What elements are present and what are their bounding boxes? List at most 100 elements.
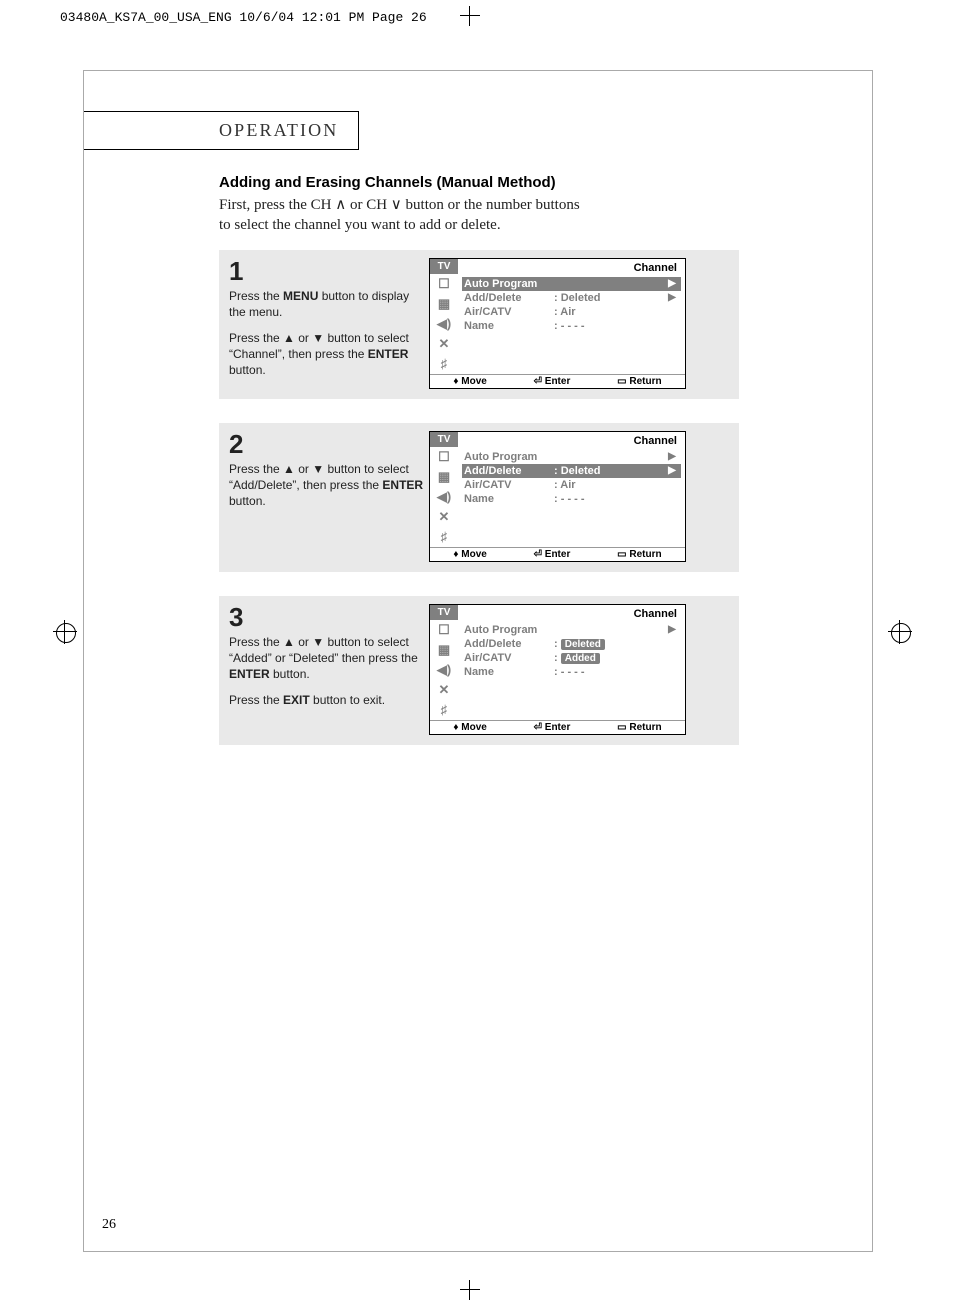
step-instruction: Press the MENU button to display the men… [229, 288, 429, 320]
osd-row-label: Name [464, 666, 554, 678]
osd-foot-move: ♦ Move [453, 722, 486, 733]
step-number: 1 [229, 258, 429, 284]
picture-icon: ▦ [430, 467, 458, 487]
osd-sidebar: TV ☐▦◀)✕♯ [430, 605, 458, 720]
osd-row-label: Auto Program [464, 624, 554, 636]
osd-menu-row: Name : - - - - [462, 492, 681, 506]
chevron-right-icon: ▶ [665, 624, 679, 635]
osd-foot-enter: ⏎ Enter [534, 722, 571, 733]
osd-foot-return: ▭ Return [617, 549, 661, 560]
osd-footer: ♦ Move ⏎ Enter ▭ Return [430, 720, 685, 734]
step-number: 2 [229, 431, 429, 457]
intro-line-2: to select the channel you want to add or… [219, 217, 501, 233]
osd-foot-enter: ⏎ Enter [534, 376, 571, 387]
osd-menu-row: Auto Program ▶ [462, 277, 681, 291]
osd-footer: ♦ Move ⏎ Enter ▭ Return [430, 547, 685, 561]
step-text: 2 Press the ▲ or ▼ button to select “Add… [229, 431, 429, 562]
osd-row-value: : - - - - [554, 493, 665, 505]
osd-row-value: : Air [554, 306, 665, 318]
osd-menu-row: Add/Delete : Deleted ▶ [462, 291, 681, 305]
step-block: 3 Press the ▲ or ▼ button to select “Add… [219, 596, 739, 745]
intro-text: First, press the CH ∧ or CH ∨ button or … [219, 195, 739, 236]
osd-row-value: : - - - - [554, 320, 665, 332]
section-header-box: OPERATION [84, 111, 359, 150]
registration-mark-right [888, 620, 912, 644]
intro-line-1: First, press the CH ∧ or CH ∨ button or … [219, 197, 580, 213]
sound-icon: ◀) [430, 660, 458, 680]
osd-sidebar: TV ☐▦◀)✕♯ [430, 432, 458, 547]
page-heading: Adding and Erasing Channels (Manual Meth… [219, 174, 739, 191]
osd-title: Channel [462, 434, 681, 450]
step-text: 3 Press the ▲ or ▼ button to select “Add… [229, 604, 429, 735]
osd-row-label: Add/Delete [464, 292, 554, 304]
menu-icon: ♯ [430, 700, 458, 720]
page-number: 26 [102, 1217, 116, 1233]
chevron-right-icon: ▶ [665, 278, 679, 289]
osd-row-value: : Deleted [554, 292, 665, 304]
osd-row-label: Auto Program [464, 451, 554, 463]
osd-tv-label: TV [430, 259, 458, 274]
setup-icon: ✕ [430, 334, 458, 354]
print-slug: 03480A_KS7A_00_USA_ENG 10/6/04 12:01 PM … [60, 10, 427, 25]
osd-foot-move: ♦ Move [453, 376, 486, 387]
osd-row-value: : Added [554, 652, 665, 664]
osd-tv-label: TV [430, 432, 458, 447]
osd-row-label: Add/Delete [464, 638, 554, 650]
menu-icon: ♯ [430, 527, 458, 547]
sound-icon: ◀) [430, 487, 458, 507]
osd-footer: ♦ Move ⏎ Enter ▭ Return [430, 374, 685, 388]
osd-menu-row: Auto Program ▶ [462, 623, 681, 637]
osd-foot-enter: ⏎ Enter [534, 549, 571, 560]
osd-row-value: : Deleted [554, 465, 665, 477]
osd-menu-row: Add/Delete : Deleted [462, 637, 681, 651]
osd-menu-row: Add/Delete : Deleted ▶ [462, 464, 681, 478]
osd-foot-return: ▭ Return [617, 376, 661, 387]
osd-menu-row: Auto Program ▶ [462, 450, 681, 464]
osd-row-label: Air/CATV [464, 306, 554, 318]
step-instruction: Press the ▲ or ▼ button to select “Add/D… [229, 461, 429, 510]
page-content: Adding and Erasing Channels (Manual Meth… [219, 174, 739, 769]
step-number: 3 [229, 604, 429, 630]
osd-foot-return: ▭ Return [617, 722, 661, 733]
osd-row-value: : Deleted [554, 638, 665, 650]
osd-value-pill: Deleted [561, 639, 605, 650]
osd-row-value: : Air [554, 479, 665, 491]
step-text: 1 Press the MENU button to display the m… [229, 258, 429, 389]
osd-menu-row: Air/CATV : Air [462, 478, 681, 492]
chevron-right-icon: ▶ [665, 451, 679, 462]
osd-row-label: Air/CATV [464, 652, 554, 664]
osd-row-label: Air/CATV [464, 479, 554, 491]
osd-row-value: : - - - - [554, 666, 665, 678]
page-frame: OPERATION Adding and Erasing Channels (M… [83, 70, 873, 1252]
picture-icon: ▦ [430, 294, 458, 314]
input-icon: ☐ [430, 447, 458, 467]
sound-icon: ◀) [430, 314, 458, 334]
osd-sidebar: TV ☐▦◀)✕♯ [430, 259, 458, 374]
osd-title: Channel [462, 261, 681, 277]
step-instruction: Press the ▲ or ▼ button to select “Chann… [229, 330, 429, 379]
osd-row-label: Name [464, 493, 554, 505]
registration-mark-left [53, 620, 77, 644]
cropmark-top [460, 6, 480, 26]
cropmark-bottom [460, 1280, 480, 1300]
osd-panel: TV ☐▦◀)✕♯ Channel Auto Program ▶ Add/Del… [429, 431, 686, 562]
osd-menu-row: Name : - - - - [462, 319, 681, 333]
step-instruction: Press the ▲ or ▼ button to select “Added… [229, 634, 429, 683]
osd-menu-row: Name : - - - - [462, 665, 681, 679]
step-block: 2 Press the ▲ or ▼ button to select “Add… [219, 423, 739, 572]
osd-row-label: Add/Delete [464, 465, 554, 477]
step-block: 1 Press the MENU button to display the m… [219, 250, 739, 399]
osd-value-pill: Added [561, 653, 600, 664]
osd-panel: TV ☐▦◀)✕♯ Channel Auto Program ▶ Add/Del… [429, 604, 686, 735]
step-instruction: Press the EXIT button to exit. [229, 692, 429, 708]
setup-icon: ✕ [430, 507, 458, 527]
osd-tv-label: TV [430, 605, 458, 620]
osd-row-label: Name [464, 320, 554, 332]
osd-panel: TV ☐▦◀)✕♯ Channel Auto Program ▶ Add/Del… [429, 258, 686, 389]
osd-title: Channel [462, 607, 681, 623]
osd-menu-row: Air/CATV : Air [462, 305, 681, 319]
input-icon: ☐ [430, 274, 458, 294]
osd-foot-move: ♦ Move [453, 549, 486, 560]
osd-row-label: Auto Program [464, 278, 554, 290]
input-icon: ☐ [430, 620, 458, 640]
